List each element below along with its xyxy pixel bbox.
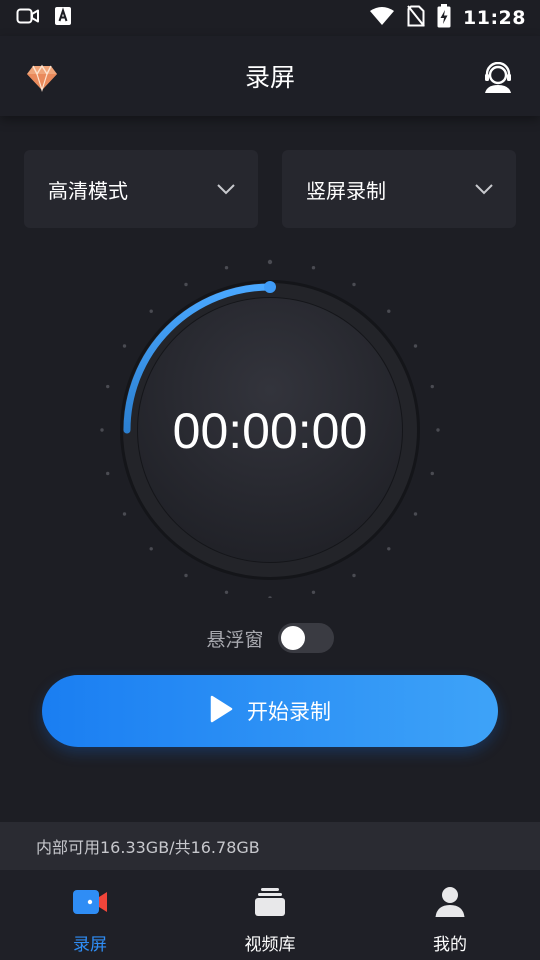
play-icon — [209, 695, 233, 727]
dial-tick — [122, 344, 127, 348]
dial-tick — [387, 309, 391, 313]
nav-label-video-library: 视频库 — [244, 935, 296, 955]
dial-tick — [352, 282, 356, 287]
nav-item-video-library[interactable]: 视频库 — [180, 870, 360, 960]
dial-tick — [413, 344, 418, 348]
quality-dropdown[interactable]: 高清模式 — [24, 150, 258, 228]
page-title: 录屏 — [244, 63, 295, 92]
orientation-dropdown-label: 竖屏录制 — [306, 178, 386, 203]
dial-tick — [267, 259, 273, 265]
storage-text: 内部可用16.33GB/共16.78GB — [36, 838, 260, 857]
dial-tick — [224, 590, 229, 594]
dial-progress-knob — [264, 281, 276, 293]
start-record-button[interactable]: 开始录制 — [42, 675, 498, 747]
dial-tick — [106, 471, 110, 476]
dial-tick — [224, 266, 229, 270]
storage-info: 内部可用16.33GB/共16.78GB — [0, 822, 540, 870]
floating-window-row: 悬浮窗 — [0, 620, 540, 656]
dial-tick — [184, 573, 188, 578]
floating-window-label: 悬浮窗 — [206, 628, 264, 651]
app-bar: 录屏 — [0, 36, 540, 116]
no-sim-icon — [407, 5, 425, 31]
dial-tick — [149, 309, 153, 313]
profile-icon — [430, 882, 470, 922]
nav-item-record[interactable]: 录屏 — [0, 870, 180, 960]
dial-tick — [268, 596, 272, 598]
screen-record-icon — [70, 882, 110, 922]
bottom-nav: 录屏 视频库 我的 — [0, 870, 540, 960]
battery-charging-icon — [437, 4, 451, 32]
keyboard-a-icon — [54, 6, 72, 30]
vip-button[interactable] — [22, 60, 62, 100]
dial-tick — [149, 547, 153, 551]
status-right: 11:28 — [369, 4, 526, 32]
status-bar: 11:28 — [0, 0, 540, 36]
toggle-knob — [280, 626, 305, 650]
dial-tick — [311, 266, 316, 270]
customer-support-icon — [482, 61, 514, 98]
wifi-icon — [369, 6, 395, 30]
dial-tick — [387, 547, 391, 551]
dial-tick — [184, 282, 188, 287]
dial-tick — [413, 512, 418, 516]
floating-window-toggle[interactable] — [277, 623, 334, 653]
start-record-label: 开始录制 — [247, 700, 331, 724]
status-time: 11:28 — [463, 7, 526, 29]
dial-tick — [352, 573, 356, 578]
dial-tick — [311, 590, 316, 594]
diamond-icon — [25, 64, 59, 96]
quality-dropdown-label: 高清模式 — [48, 178, 128, 203]
customer-support-button[interactable] — [478, 60, 518, 100]
status-left — [16, 6, 72, 30]
nav-label-record: 录屏 — [73, 935, 107, 955]
nav-item-profile[interactable]: 我的 — [360, 870, 540, 960]
timer-display: 00:00:00 — [172, 403, 368, 459]
chevron-down-icon — [474, 180, 494, 199]
video-library-icon — [250, 882, 290, 922]
dial-tick — [106, 384, 110, 389]
video-camera-icon — [16, 7, 40, 29]
orientation-dropdown[interactable]: 竖屏录制 — [282, 150, 516, 228]
nav-label-profile: 我的 — [433, 935, 467, 955]
dial-tick — [430, 384, 434, 389]
chevron-down-icon — [216, 180, 236, 199]
dial-tick — [122, 512, 127, 516]
dial-tick — [430, 471, 434, 476]
